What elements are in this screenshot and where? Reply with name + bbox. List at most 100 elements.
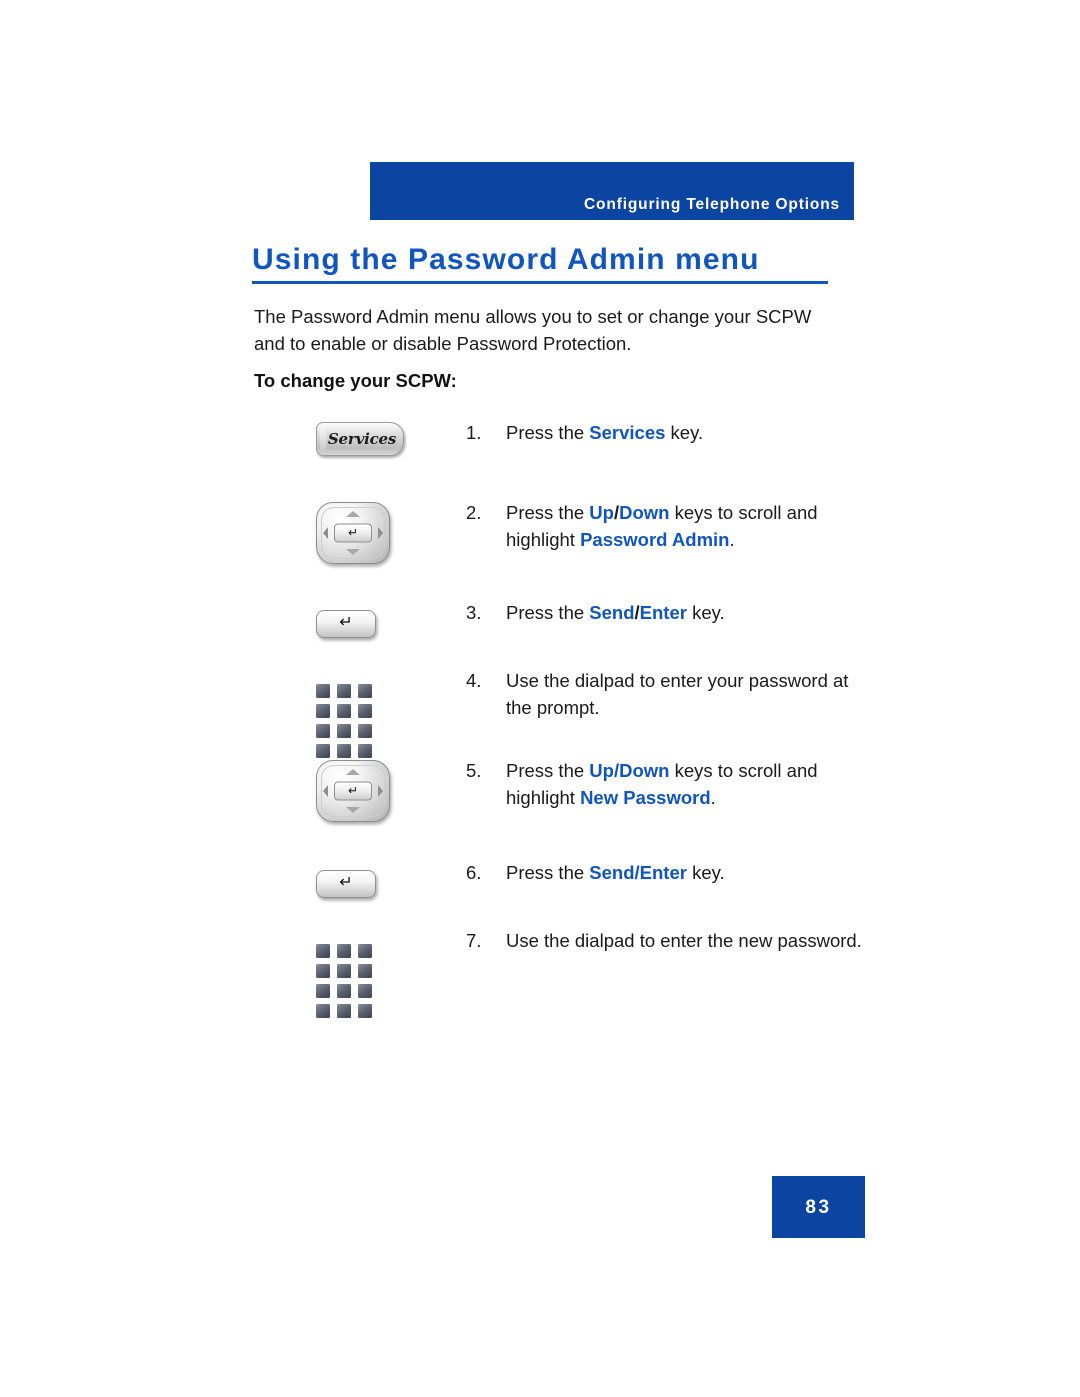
- step-keyword: Password Admin: [580, 528, 730, 550]
- dialpad-key: [358, 744, 372, 758]
- step-text: Use the dialpad to enter your password a…: [506, 668, 874, 721]
- document-page: Configuring Telephone Options Using the …: [0, 0, 1080, 1397]
- send-enter-key-icon: ↵: [316, 870, 376, 898]
- step-text-segment: Press the: [506, 760, 590, 781]
- up-arrow-icon: [346, 769, 360, 775]
- step-number: 5.: [466, 760, 482, 781]
- down-arrow-icon: [346, 807, 360, 813]
- procedure-step: 4. Use the dialpad to enter your password…: [254, 668, 874, 758]
- dialpad-key: [358, 964, 372, 978]
- enter-arrow-glyph: ↵: [339, 874, 353, 891]
- dialpad-key: [316, 1004, 330, 1018]
- dialpad-key: [358, 684, 372, 698]
- step-icon-cell: ↵: [254, 860, 466, 898]
- page-title: Using the Password Admin menu: [252, 243, 760, 276]
- step-text-segment: .: [710, 786, 716, 808]
- step-text-segment: key.: [686, 862, 725, 883]
- step-number: 1.: [466, 422, 482, 443]
- step-text: Use the dialpad to enter the new passwor…: [506, 928, 874, 955]
- enter-arrow-glyph: ↵: [339, 614, 353, 631]
- dialpad-key: [337, 744, 351, 758]
- step-icon-cell: ↵: [254, 500, 466, 564]
- up-arrow-icon: [346, 511, 360, 517]
- step-icon-cell: Services: [254, 420, 466, 456]
- services-key-icon: Services: [316, 422, 404, 456]
- center-enter-key-icon: ↵: [334, 781, 372, 801]
- left-arrow-icon: [323, 785, 328, 797]
- running-header-bar: Configuring Telephone Options: [370, 162, 854, 220]
- right-arrow-icon: [378, 785, 383, 797]
- step-number: 2.: [466, 502, 482, 523]
- services-key-label: Services: [327, 430, 397, 448]
- step-text-segment: Press the: [506, 602, 590, 623]
- step-text: Press the Up/Down keys to scroll and hig…: [506, 758, 874, 811]
- dialpad-key: [337, 964, 351, 978]
- step-keyword: Enter: [639, 602, 687, 623]
- step-text-segment: key.: [665, 422, 704, 443]
- step-text: Press the Send/Enter key.: [506, 600, 874, 627]
- dialpad-key: [316, 724, 330, 738]
- procedure-step: 7. Use the dialpad to enter the new passw…: [254, 928, 874, 1018]
- running-header-text: Configuring Telephone Options: [584, 195, 840, 213]
- step-keyword: New Password: [580, 786, 711, 808]
- dialpad-key: [358, 944, 372, 958]
- step-number: 6.: [466, 862, 482, 883]
- step-text: Press the Send/Enter key.: [506, 860, 874, 887]
- step-keyword: Down: [619, 502, 670, 523]
- procedure-step: ↵ 2. Press the Up/Down keys to scroll and …: [254, 500, 874, 590]
- dialpad-key: [337, 984, 351, 998]
- step-text-segment: Press the: [506, 502, 590, 523]
- dialpad-key: [316, 684, 330, 698]
- dialpad-key: [316, 744, 330, 758]
- dialpad-key: [358, 704, 372, 718]
- step-keyword: Up: [589, 502, 614, 523]
- step-text-segment: Press the: [506, 862, 590, 883]
- step-text-segment: key.: [686, 602, 725, 623]
- step-icon-cell: ↵: [254, 600, 466, 638]
- dialpad-key: [358, 984, 372, 998]
- step-icon-cell: [254, 928, 466, 1018]
- dialpad-key: [337, 724, 351, 738]
- enter-arrow-glyph: ↵: [347, 525, 359, 539]
- procedure-step-list: Services 1. Press the Services key. ↵ 2. Pres…: [254, 420, 874, 1018]
- dialpad-key: [358, 724, 372, 738]
- send-enter-key-icon: ↵: [316, 610, 376, 638]
- step-text: Press the Up/Down keys to scroll and hig…: [506, 500, 874, 553]
- step-number: 7.: [466, 930, 482, 951]
- step-text-segment: .: [729, 528, 735, 550]
- step-keyword: Services: [589, 422, 666, 443]
- dialpad-key: [316, 704, 330, 718]
- dialpad-key: [316, 944, 330, 958]
- procedure-step: Services 1. Press the Services key.: [254, 420, 874, 510]
- step-number: 4.: [466, 670, 482, 691]
- down-arrow-icon: [346, 549, 360, 555]
- enter-arrow-glyph: ↵: [347, 783, 359, 797]
- dialpad-key: [337, 1004, 351, 1018]
- page-number-box: 83: [772, 1176, 865, 1238]
- dialpad-icon: [316, 684, 372, 758]
- dialpad-key: [337, 684, 351, 698]
- intro-paragraph: The Password Admin menu allows you to se…: [254, 306, 812, 354]
- step-icon-cell: ↵: [254, 758, 466, 822]
- right-arrow-icon: [378, 527, 383, 539]
- step-keyword: Send/Enter: [589, 862, 687, 883]
- left-arrow-icon: [323, 527, 328, 539]
- navigation-cluster-icon: ↵: [316, 502, 390, 564]
- step-text-segment: Press the: [506, 422, 590, 443]
- navigation-cluster-icon: ↵: [316, 760, 390, 822]
- center-enter-key-icon: ↵: [334, 523, 372, 543]
- step-keyword: Send: [589, 602, 635, 623]
- page-number: 83: [805, 1196, 832, 1218]
- dialpad-key: [358, 1004, 372, 1018]
- step-keyword: Up/Down: [589, 760, 670, 781]
- procedure-step: ↵ 5. Press the Up/Down keys to scroll and …: [254, 758, 874, 848]
- step-text-segment: Use the dialpad to enter your password a…: [506, 670, 849, 718]
- title-underline-rule: [252, 281, 828, 284]
- step-number: 3.: [466, 602, 482, 623]
- dialpad-icon: [316, 944, 372, 1018]
- dialpad-key: [316, 964, 330, 978]
- dialpad-key: [316, 984, 330, 998]
- step-text-segment: Use the dialpad to enter the new passwor…: [506, 930, 862, 951]
- dialpad-key: [337, 704, 351, 718]
- step-icon-cell: [254, 668, 466, 758]
